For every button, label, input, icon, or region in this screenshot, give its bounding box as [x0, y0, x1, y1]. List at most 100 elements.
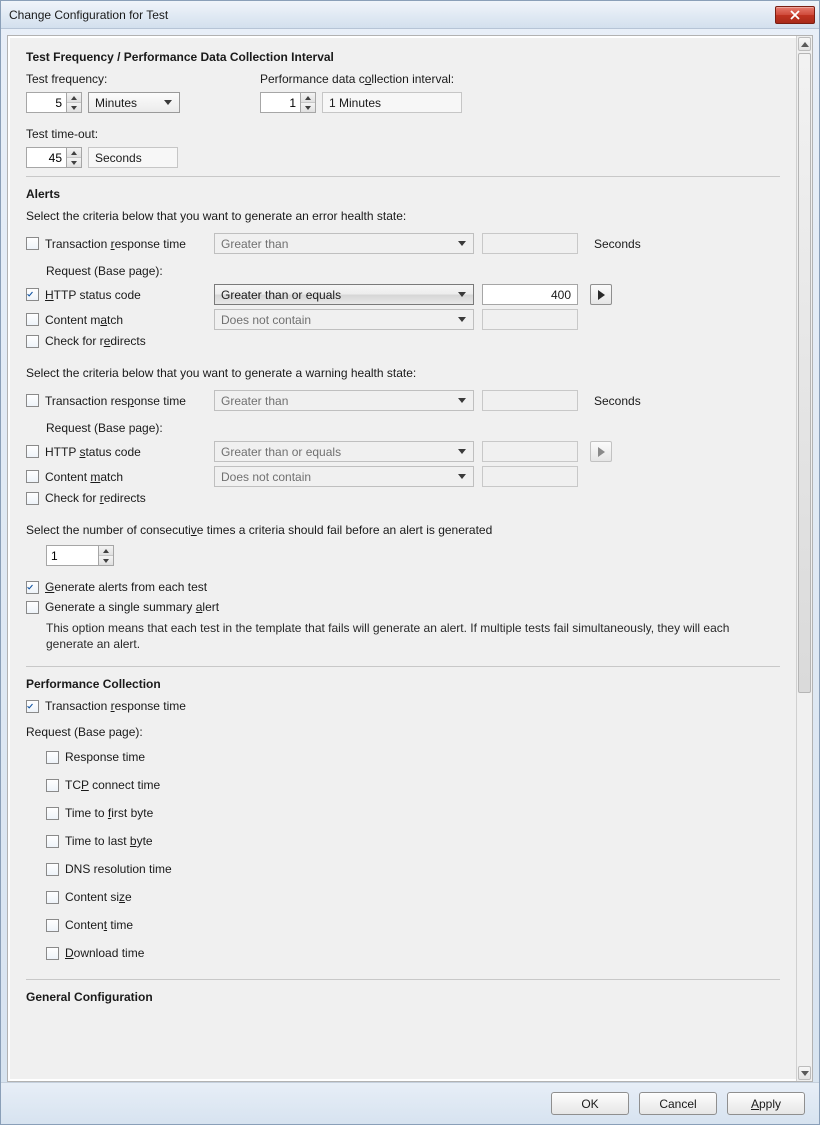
chk-warn-trt[interactable]: Transaction response time [26, 394, 206, 408]
chk-perf-trt[interactable]: Transaction response time [26, 699, 186, 713]
vertical-scrollbar[interactable] [796, 36, 812, 1081]
label-perf-csize: Content size [65, 890, 132, 904]
label-warn-trt: Transaction response time [45, 394, 186, 408]
checkbox-icon [26, 700, 39, 713]
consecutive-input[interactable] [46, 545, 98, 566]
chk-perf-ctime[interactable]: Content time [46, 918, 133, 932]
checkbox-icon [46, 947, 59, 960]
combo-warn-content-op[interactable]: Does not contain [214, 466, 474, 487]
chk-perf-ttfb[interactable]: Time to first byte [46, 806, 153, 820]
cancel-button[interactable]: Cancel [639, 1092, 717, 1115]
spin-down[interactable] [99, 556, 113, 565]
chk-err-trt[interactable]: Transaction response time [26, 237, 206, 251]
close-icon [790, 10, 800, 20]
checkbox-icon [26, 581, 39, 594]
label-warn-content: Content match [45, 470, 123, 484]
spin-down[interactable] [301, 103, 315, 112]
spin-up[interactable] [67, 93, 81, 103]
chevron-down-icon [458, 292, 466, 297]
label-perf-download: Download time [65, 946, 144, 960]
combo-err-http-op-label: Greater than or equals [221, 288, 455, 302]
chevron-down-icon [458, 474, 466, 479]
checkbox-icon [46, 891, 59, 904]
label-perf-ttlb: Time to last byte [65, 834, 153, 848]
chevron-down-icon [801, 1071, 809, 1076]
chk-warn-redirect[interactable]: Check for redirects [26, 491, 206, 505]
play-icon [598, 447, 605, 457]
input-err-http-value[interactable]: 400 [482, 284, 578, 305]
label-warn-request-base: Request (Base page): [46, 421, 780, 435]
combo-err-http-op[interactable]: Greater than or equals [214, 284, 474, 305]
generate-desc: This option means that each test in the … [46, 620, 780, 652]
unit-seconds: Seconds [594, 237, 641, 251]
combo-warn-http-op[interactable]: Greater than or equals [214, 441, 474, 462]
test-frequency-unit-combo[interactable]: Minutes [88, 92, 180, 113]
chk-err-http[interactable]: HTTP status code [26, 288, 206, 302]
scroll-down-button[interactable] [798, 1066, 811, 1080]
play-button-warn-http[interactable] [590, 441, 612, 462]
unit-seconds: Seconds [594, 394, 641, 408]
label-warn-http: HTTP status code [45, 445, 141, 459]
timeout-spinner[interactable] [26, 147, 82, 168]
pdci-input[interactable] [260, 92, 300, 113]
spin-up[interactable] [301, 93, 315, 103]
chevron-down-icon [458, 241, 466, 246]
combo-warn-trt-op[interactable]: Greater than [214, 390, 474, 411]
input-warn-http-value[interactable] [482, 441, 578, 462]
checkbox-icon [26, 492, 39, 505]
checkbox-icon [46, 863, 59, 876]
checkbox-icon [26, 394, 39, 407]
label-perf-trt: Transaction response time [45, 699, 186, 713]
label-pdci: Performance data collection interval: [260, 72, 454, 86]
ok-label: OK [581, 1097, 598, 1111]
test-frequency-spinner[interactable] [26, 92, 82, 113]
pdci-spinner[interactable] [260, 92, 316, 113]
input-warn-trt-value[interactable] [482, 390, 578, 411]
chk-generate-single[interactable]: Generate a single summary alert [26, 600, 219, 614]
test-frequency-input[interactable] [26, 92, 66, 113]
apply-button[interactable]: Apply [727, 1092, 805, 1115]
checkbox-icon [26, 237, 39, 250]
checkbox-icon [26, 288, 39, 301]
chk-perf-response-time[interactable]: Response time [46, 750, 145, 764]
close-button[interactable] [775, 6, 815, 24]
chk-err-redirect[interactable]: Check for redirects [26, 334, 206, 348]
chk-generate-each[interactable]: Generate alerts from each test [26, 580, 207, 594]
chk-perf-csize[interactable]: Content size [46, 890, 132, 904]
chevron-down-icon [164, 100, 172, 105]
test-frequency-unit-label: Minutes [95, 96, 161, 110]
alerts-error-intro: Select the criteria below that you want … [26, 209, 780, 223]
alerts-warn-intro: Select the criteria below that you want … [26, 366, 780, 380]
spin-up[interactable] [67, 148, 81, 158]
input-err-content-value[interactable] [482, 309, 578, 330]
section-performance: Performance Collection [26, 677, 780, 691]
button-bar: OK Cancel Apply [1, 1082, 819, 1124]
scroll-up-button[interactable] [798, 37, 811, 51]
spin-down[interactable] [67, 158, 81, 167]
scroll-thumb[interactable] [798, 53, 811, 693]
chk-warn-http[interactable]: HTTP status code [26, 445, 206, 459]
combo-err-content-op-label: Does not contain [221, 313, 455, 327]
combo-err-content-op[interactable]: Does not contain [214, 309, 474, 330]
combo-warn-http-op-label: Greater than or equals [221, 445, 455, 459]
label-err-request-base: Request (Base page): [46, 264, 780, 278]
play-icon [598, 290, 605, 300]
combo-err-trt-op[interactable]: Greater than [214, 233, 474, 254]
timeout-input[interactable] [26, 147, 66, 168]
chk-perf-dns[interactable]: DNS resolution time [46, 862, 172, 876]
label-generate-each: Generate alerts from each test [45, 580, 207, 594]
spin-down[interactable] [67, 103, 81, 112]
input-warn-content-value[interactable] [482, 466, 578, 487]
chk-warn-content[interactable]: Content match [26, 470, 206, 484]
chk-perf-ttlb[interactable]: Time to last byte [46, 834, 153, 848]
chk-perf-tcp[interactable]: TCP connect time [46, 778, 160, 792]
chk-err-content[interactable]: Content match [26, 313, 206, 327]
play-button-err-http[interactable] [590, 284, 612, 305]
ok-button[interactable]: OK [551, 1092, 629, 1115]
spin-up[interactable] [99, 546, 113, 556]
combo-err-trt-op-label: Greater than [221, 237, 455, 251]
consecutive-spinner[interactable] [46, 545, 114, 566]
checkbox-icon [26, 313, 39, 326]
input-err-trt-value[interactable] [482, 233, 578, 254]
chk-perf-download[interactable]: Download time [46, 946, 144, 960]
